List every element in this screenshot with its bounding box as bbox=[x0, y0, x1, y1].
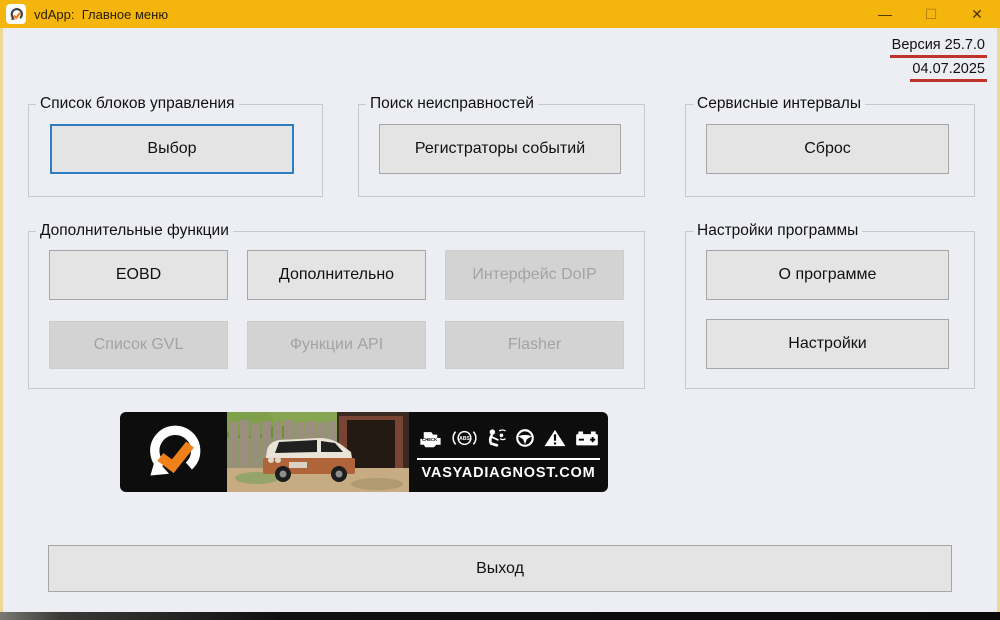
group-extra-functions: Дополнительные функции EOBD Дополнительн… bbox=[28, 222, 645, 389]
version-block: Версия 25.7.0 04.07.2025 bbox=[889, 36, 987, 84]
window-title: vdApp: Главное меню bbox=[34, 6, 169, 22]
battery-icon bbox=[576, 431, 598, 446]
warning-triangle-icon bbox=[544, 429, 566, 447]
group-service-intervals-label: Сервисные интервалы bbox=[693, 95, 865, 113]
abs-icon: ABS bbox=[452, 430, 477, 446]
group-fault-finding: Поиск неисправностей Регистраторы событи… bbox=[358, 95, 645, 197]
svg-text:ABS: ABS bbox=[459, 436, 470, 442]
event-recorders-button[interactable]: Регистраторы событий bbox=[379, 124, 621, 174]
steering-wheel-icon bbox=[516, 429, 534, 447]
titlebar: vdApp: Главное меню — ☐ ✕ bbox=[0, 0, 1000, 28]
vasyadiagnost-logo-icon bbox=[120, 412, 227, 492]
doip-interface-button: Интерфейс DoIP bbox=[445, 250, 624, 300]
api-functions-button: Функции API bbox=[247, 321, 426, 369]
minimize-button[interactable]: — bbox=[862, 0, 908, 28]
group-program-settings-label: Настройки программы bbox=[693, 222, 863, 240]
close-button[interactable]: ✕ bbox=[954, 0, 1000, 28]
car-photo bbox=[221, 412, 409, 492]
app-window: vdApp: Главное меню — ☐ ✕ Версия 25.7.0 … bbox=[0, 0, 1000, 620]
maximize-button: ☐ bbox=[924, 5, 938, 22]
check-engine-icon: CHECK bbox=[420, 432, 441, 448]
promo-banner[interactable]: CHECK ABS VASYADIAGNOST.COM bbox=[120, 412, 608, 492]
group-program-settings: Настройки программы О программе Настройк… bbox=[685, 222, 975, 389]
select-button[interactable]: Выбор bbox=[50, 124, 294, 174]
settings-button[interactable]: Настройки bbox=[706, 319, 949, 369]
gvl-list-button: Список GVL bbox=[49, 321, 228, 369]
svg-text:CHECK: CHECK bbox=[422, 437, 437, 442]
reset-button[interactable]: Сброс bbox=[706, 124, 949, 174]
banner-right: CHECK ABS VASYADIAGNOST.COM bbox=[409, 412, 608, 492]
bottom-strip bbox=[0, 612, 1000, 620]
version-date: 04.07.2025 bbox=[910, 61, 987, 82]
exit-button[interactable]: Выход bbox=[48, 545, 952, 592]
group-fault-finding-label: Поиск неисправностей bbox=[366, 95, 538, 113]
banner-website: VASYADIAGNOST.COM bbox=[421, 465, 596, 481]
airbag-icon bbox=[488, 429, 506, 447]
additional-button[interactable]: Дополнительно bbox=[247, 250, 426, 300]
eobd-button[interactable]: EOBD bbox=[49, 250, 228, 300]
banner-divider bbox=[417, 458, 600, 460]
group-control-modules-label: Список блоков управления bbox=[36, 95, 239, 113]
group-service-intervals: Сервисные интервалы Сброс bbox=[685, 95, 975, 197]
app-logo-icon bbox=[6, 4, 26, 24]
group-extra-functions-label: Дополнительные функции bbox=[36, 222, 233, 240]
about-button[interactable]: О программе bbox=[706, 250, 949, 300]
group-control-modules: Список блоков управления Выбор bbox=[28, 95, 323, 197]
warning-icons-row: CHECK ABS bbox=[417, 423, 600, 453]
version-label: Версия 25.7.0 bbox=[889, 37, 987, 58]
flasher-button: Flasher bbox=[445, 321, 624, 369]
